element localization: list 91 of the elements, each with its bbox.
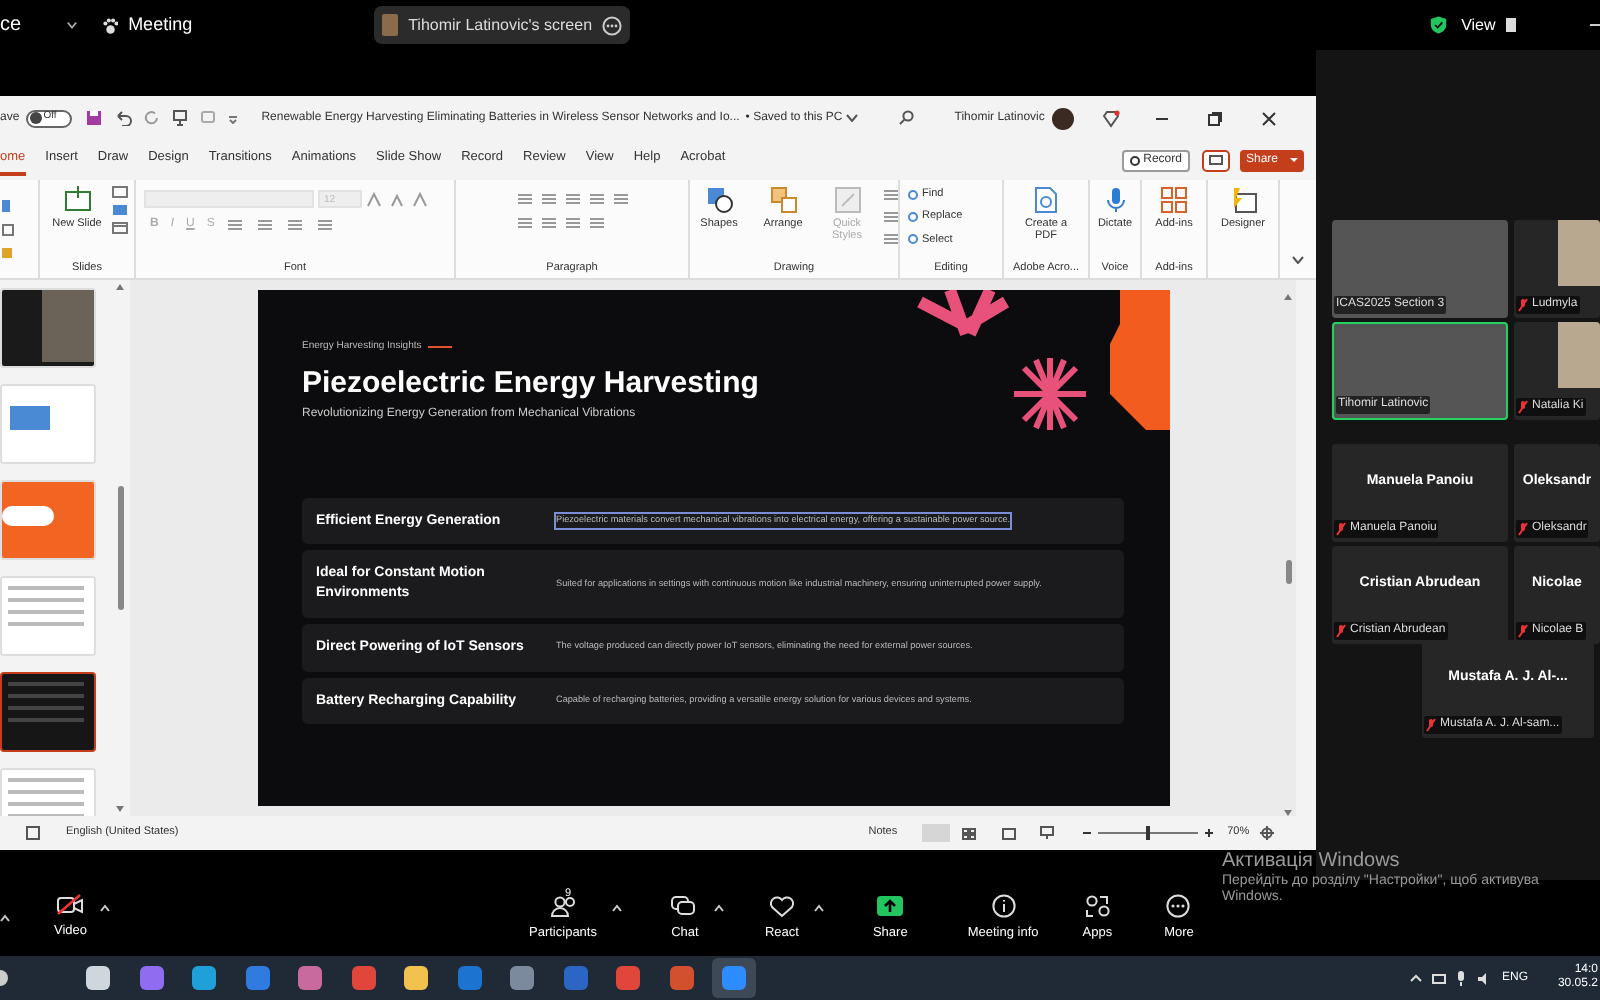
format-icon[interactable] xyxy=(256,218,275,232)
speaker-icon[interactable] xyxy=(1475,971,1492,985)
shape-format-icon[interactable] xyxy=(881,232,898,246)
undo-icon[interactable] xyxy=(113,110,132,126)
layout-icon xyxy=(1505,18,1516,32)
shared-screen-pill[interactable]: Tihomir Latinovic's screen xyxy=(374,6,631,44)
clear-format-icon[interactable] xyxy=(410,191,428,207)
accessibility-icon[interactable] xyxy=(26,826,40,840)
copy-icon[interactable] xyxy=(2,224,14,236)
paragraph-icon[interactable] xyxy=(563,192,581,206)
slide-sorter-icon[interactable] xyxy=(961,827,976,839)
grid-icon xyxy=(1160,186,1188,214)
people-icon xyxy=(549,893,577,918)
search-icon[interactable] xyxy=(898,110,915,126)
paragraph-icon[interactable] xyxy=(515,192,533,206)
shape-format-icon[interactable] xyxy=(881,188,898,202)
styles-icon xyxy=(833,186,861,214)
apps-icon xyxy=(1083,893,1112,918)
meeting-menu[interactable]: Meeting xyxy=(128,11,193,39)
caret-up-icon[interactable] xyxy=(0,914,10,922)
paragraph-icon[interactable] xyxy=(587,216,605,230)
pdf-icon xyxy=(1032,186,1060,214)
view-menu[interactable]: View xyxy=(1461,13,1496,37)
collapse-icon[interactable] xyxy=(1292,256,1304,264)
format-icon[interactable] xyxy=(316,218,335,232)
avatar-photo-placeholder xyxy=(382,14,399,36)
heart-icon xyxy=(767,893,796,918)
paw-icon xyxy=(101,15,119,35)
chat-icon xyxy=(670,893,699,918)
microphone-icon[interactable] xyxy=(1455,970,1466,986)
paragraph-icon[interactable] xyxy=(587,192,605,206)
comment-icon[interactable] xyxy=(1201,149,1230,171)
paragraph-icon[interactable] xyxy=(515,216,533,230)
layout-icon[interactable] xyxy=(111,186,127,198)
accent-line xyxy=(427,346,452,349)
fit-slide-icon[interactable] xyxy=(1259,826,1274,840)
shrink-font-icon[interactable] xyxy=(388,191,406,207)
slide-thumbnail[interactable] xyxy=(0,672,96,752)
user-avatar[interactable] xyxy=(1052,107,1075,129)
microphone-icon xyxy=(1101,186,1129,214)
paragraph-icon[interactable] xyxy=(611,192,629,206)
presenter-icon[interactable] xyxy=(171,110,188,126)
more-icon[interactable] xyxy=(602,15,623,35)
photo-placeholder xyxy=(1558,322,1600,388)
video-off-icon xyxy=(56,894,85,917)
zoom-in-icon[interactable] xyxy=(1203,828,1214,838)
shared-screen-label: Tihomir Latinovic's screen xyxy=(408,13,593,37)
font-name-field[interactable] xyxy=(144,190,314,208)
restore-icon[interactable] xyxy=(1208,111,1223,125)
photo-placeholder xyxy=(1558,220,1600,286)
paragraph-icon[interactable] xyxy=(563,216,581,230)
scrollbar-thumb[interactable] xyxy=(1285,560,1291,584)
chevron-down-icon[interactable] xyxy=(65,20,78,30)
save-icon[interactable] xyxy=(85,110,102,126)
more-icon xyxy=(1164,893,1193,918)
shapes-icon xyxy=(705,186,733,214)
minimize-icon[interactable] xyxy=(1156,117,1169,119)
close-icon[interactable] xyxy=(1262,111,1277,125)
slider-thumb[interactable] xyxy=(1145,826,1150,840)
app-name: ce xyxy=(0,12,22,40)
paragraph-icon[interactable] xyxy=(539,216,557,230)
arrange-icon xyxy=(769,186,797,214)
shield-check-icon xyxy=(1430,14,1448,36)
scroll-up-icon[interactable] xyxy=(1284,294,1292,300)
redo-icon[interactable] xyxy=(143,110,160,126)
slideshow-icon[interactable] xyxy=(1039,826,1054,840)
grow-font-icon[interactable] xyxy=(366,191,384,207)
scroll-up-icon[interactable] xyxy=(116,284,124,290)
diamond-icon[interactable] xyxy=(1102,109,1121,127)
caret-up-icon[interactable] xyxy=(814,904,825,912)
meet-now-icon[interactable] xyxy=(1431,971,1446,985)
caret-up-icon[interactable] xyxy=(612,904,623,912)
customize-icon[interactable] xyxy=(227,113,238,123)
reading-view-icon[interactable] xyxy=(1001,827,1016,839)
zoom-out-icon[interactable] xyxy=(1081,828,1092,838)
shape-format-icon[interactable] xyxy=(881,210,898,224)
caret-up-icon[interactable] xyxy=(99,904,110,912)
paragraph-icon[interactable] xyxy=(539,192,557,206)
activation-title: Активація Windows xyxy=(1222,850,1402,873)
scrollbar-thumb[interactable] xyxy=(117,486,123,610)
new-slide-icon xyxy=(63,186,91,214)
designer-icon xyxy=(1229,186,1257,214)
caret-up-icon[interactable] xyxy=(714,904,725,912)
format-icon[interactable] xyxy=(226,218,245,232)
format-icon[interactable] xyxy=(286,218,305,232)
info-icon xyxy=(989,893,1018,918)
chevron-down-icon[interactable] xyxy=(846,114,859,122)
caret-up-icon[interactable] xyxy=(1409,974,1422,982)
slide-title: Piezoelectric Energy Harvesting xyxy=(302,367,761,397)
section-icon[interactable] xyxy=(111,222,127,234)
minimize-icon[interactable] xyxy=(1589,24,1600,26)
